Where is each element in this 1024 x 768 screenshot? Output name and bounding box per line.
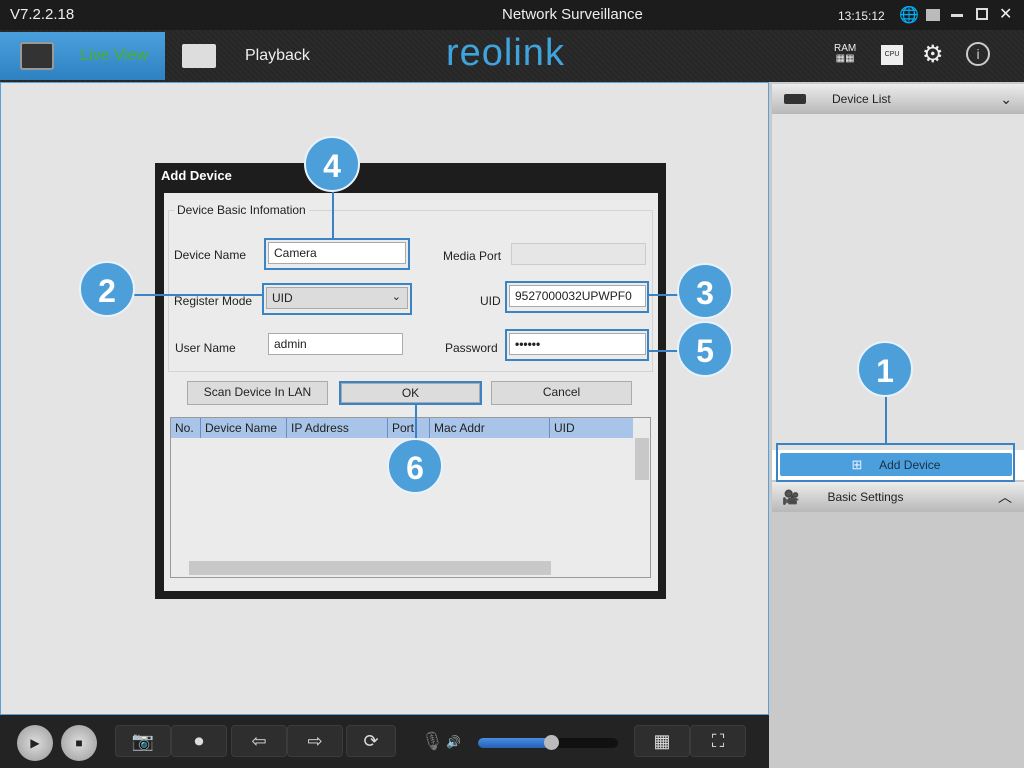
register-mode-label: Register Mode	[174, 294, 253, 308]
media-port-input[interactable]	[511, 243, 646, 265]
gear-icon[interactable]: ⚙	[922, 40, 944, 69]
speaker-icon[interactable]: 🔊	[446, 735, 461, 749]
password-label: Password	[445, 341, 498, 355]
playback-control-bar: ▶ ■ 📷 ⏺ ⇦ ⇨ ⟳ 🎙 🔊 ▦ ⛶	[0, 715, 769, 768]
maximize-icon[interactable]	[976, 8, 988, 20]
next-window-icon[interactable]: ⇨	[287, 725, 343, 757]
tab-live-view[interactable]: Live View	[0, 32, 165, 80]
callout-6: 6	[387, 438, 443, 494]
callout-line-1	[885, 395, 887, 443]
ram-icon[interactable]: RAM ▦▦	[834, 44, 856, 64]
highlight-add-device	[776, 443, 1015, 482]
uid-label: UID	[480, 294, 501, 308]
scan-device-button[interactable]: Scan Device In LAN	[187, 381, 328, 405]
highlight-register-mode	[262, 283, 412, 315]
horizontal-scrollbar[interactable]	[189, 561, 551, 575]
callout-line-6	[415, 405, 417, 440]
cycle-playback-icon[interactable]: ⟳	[346, 725, 396, 757]
chevron-down-icon[interactable]: ⌄	[1000, 91, 1012, 108]
camera-settings-icon: 🎥	[782, 488, 800, 505]
volume-fill	[478, 738, 551, 748]
dialog-title: Add Device	[161, 168, 232, 183]
callout-3: 3	[677, 263, 733, 319]
highlight-uid	[505, 281, 649, 313]
callout-5: 5	[677, 321, 733, 377]
callout-1: 1	[857, 341, 913, 397]
info-icon[interactable]: i	[966, 42, 990, 66]
volume-slider[interactable]	[478, 735, 618, 750]
clapper-icon	[182, 44, 216, 68]
basic-settings-label: Basic Settings	[827, 490, 904, 504]
globe-icon[interactable]: 🌐	[899, 5, 919, 25]
column-device-name[interactable]: Device Name	[201, 418, 287, 438]
snapshot-camera-icon[interactable]: 📷	[115, 725, 171, 757]
column-uid[interactable]: UID	[550, 418, 633, 438]
monitor-icon	[20, 42, 54, 70]
cpu-icon[interactable]: CPU	[881, 45, 903, 65]
column-ip-address[interactable]: IP Address	[287, 418, 388, 438]
stop-button[interactable]: ■	[61, 725, 97, 761]
device-list	[772, 114, 1024, 450]
previous-window-icon[interactable]: ⇦	[231, 725, 287, 757]
lock-icon[interactable]	[926, 9, 940, 21]
group-title: Device Basic Infomation	[174, 203, 309, 217]
fullscreen-icon[interactable]: ⛶	[690, 725, 746, 757]
cancel-button[interactable]: Cancel	[491, 381, 632, 405]
microphone-icon[interactable]: 🎙	[421, 731, 444, 752]
highlight-ok	[339, 381, 482, 405]
highlight-device-name	[264, 238, 410, 270]
callout-line-2	[134, 294, 263, 296]
device-list-header[interactable]: Device List ⌄	[772, 84, 1024, 114]
column-port[interactable]: Port	[388, 418, 430, 438]
window-title: Network Surveillance	[502, 6, 643, 23]
user-name-input[interactable]: admin	[268, 333, 403, 355]
right-panel: Device List ⌄ ⊞ Add Device 🎥 Basic Setti…	[769, 82, 1024, 768]
basic-settings-header[interactable]: 🎥 Basic Settings ︿	[772, 482, 1024, 512]
column-no[interactable]: No.	[171, 418, 201, 438]
ram-label: RAM	[834, 43, 857, 54]
tab-playback[interactable]: Playback	[170, 32, 330, 80]
device-name-label: Device Name	[174, 248, 247, 262]
callout-line-3	[649, 294, 679, 296]
callout-4: 4	[304, 136, 360, 192]
layout-grid-icon[interactable]: ▦	[634, 725, 690, 757]
user-name-label: User Name	[175, 341, 236, 355]
chevron-up-icon[interactable]: ︿	[998, 487, 1012, 507]
record-video-icon[interactable]: ⏺	[171, 725, 227, 757]
minimize-icon[interactable]	[951, 14, 963, 17]
column-mac-addr[interactable]: Mac Addr	[430, 418, 550, 438]
play-button[interactable]: ▶	[17, 725, 53, 761]
reolink-logo: reolink	[446, 32, 565, 74]
clock: 13:15:12	[838, 9, 885, 23]
main-toolbar: Live View Playback reolink RAM ▦▦ CPU ⚙ i	[0, 30, 1024, 82]
callout-line-5	[649, 350, 679, 352]
title-bar: V7.2.2.18 Network Surveillance 13:15:12 …	[0, 0, 1024, 30]
tab-label: Playback	[245, 47, 310, 64]
nvr-icon	[784, 94, 806, 104]
highlight-password	[505, 329, 649, 361]
table-header: No. Device Name IP Address Port Mac Addr…	[171, 418, 633, 438]
vertical-scrollbar[interactable]	[635, 438, 649, 480]
close-icon[interactable]: ✕	[999, 4, 1012, 24]
tab-label: Live View	[80, 47, 149, 64]
device-list-label: Device List	[832, 92, 891, 106]
media-port-label: Media Port	[443, 249, 502, 263]
volume-handle[interactable]	[543, 735, 559, 750]
cpu-label: CPU	[884, 51, 900, 58]
callout-2: 2	[79, 261, 135, 317]
version-label: V7.2.2.18	[10, 6, 75, 23]
callout-line-4	[332, 190, 334, 239]
